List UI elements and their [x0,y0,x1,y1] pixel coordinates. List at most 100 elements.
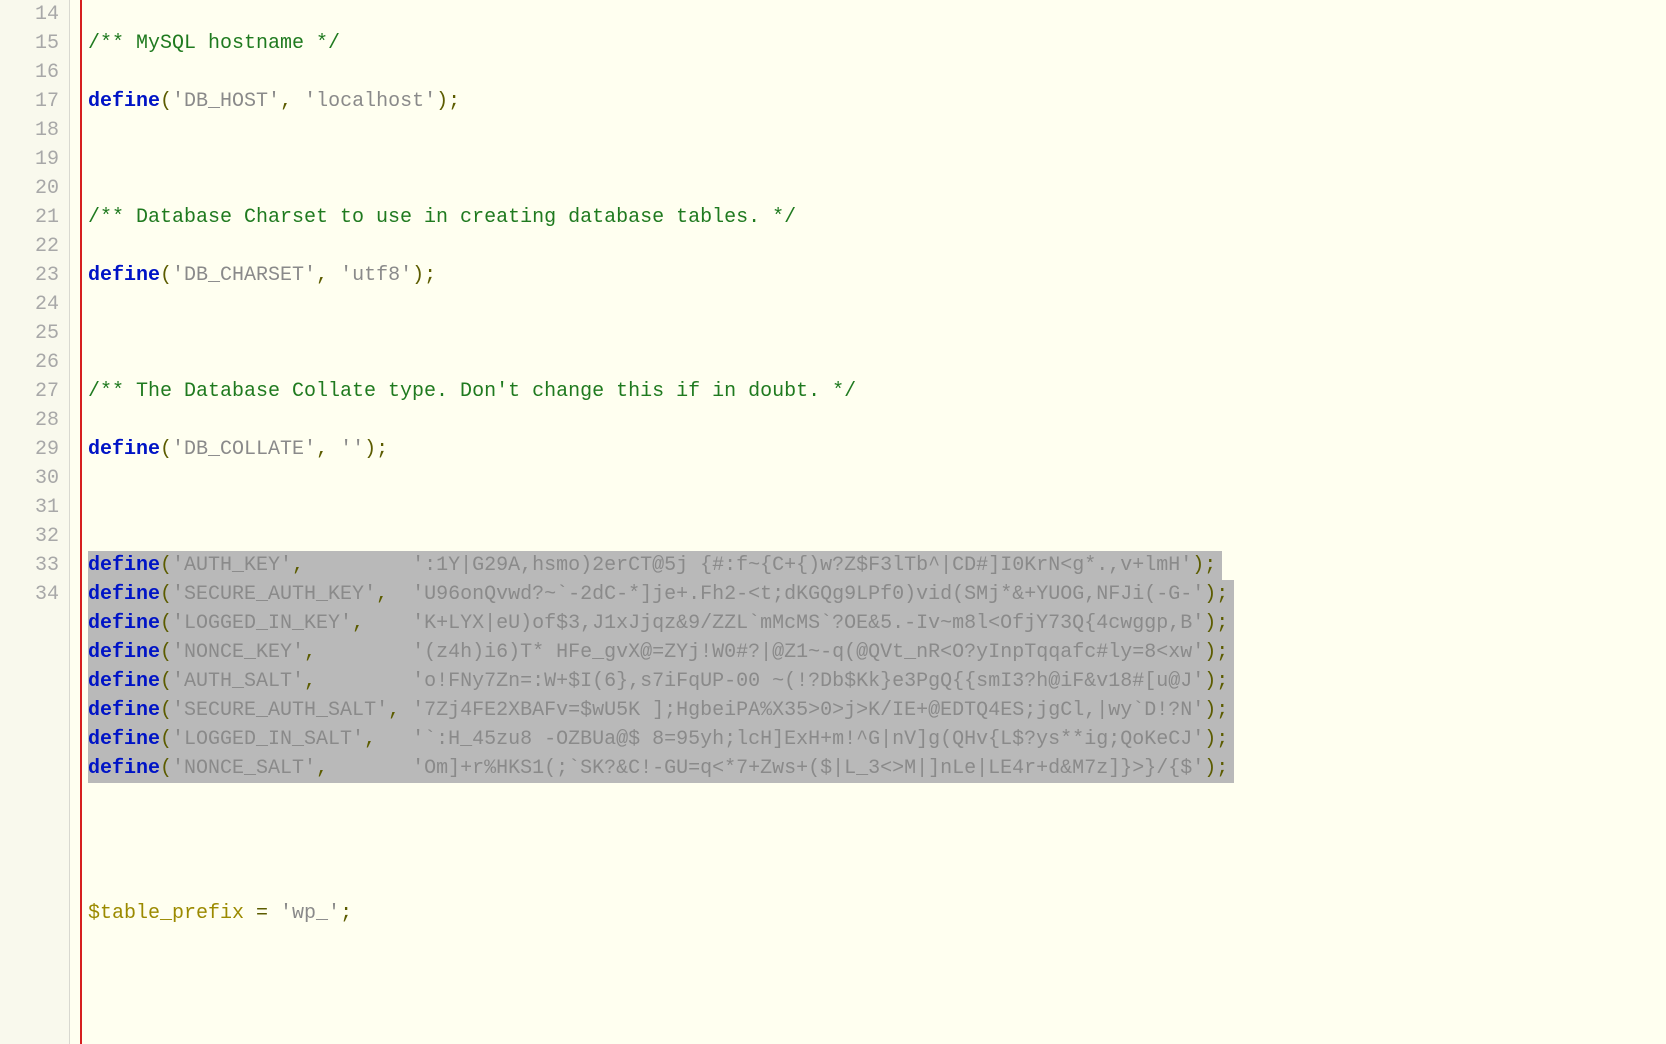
code-area[interactable]: /** MySQL hostname */ define('DB_HOST', … [82,0,1666,1044]
comma: , [316,757,412,780]
line-number: 34 [0,580,59,609]
comment: /** MySQL hostname */ [88,32,340,55]
line-number: 25 [0,319,59,348]
paren-open: ( [160,264,172,287]
code-line-selected: define('AUTH_KEY', ':1Y|G29A,hsmo)2erCT@… [88,551,1222,580]
line-number: 24 [0,290,59,319]
string: '' [340,438,364,461]
keyword-define: define [88,670,160,693]
keyword-define: define [88,583,160,606]
paren-open: ( [160,438,172,461]
paren-close: ); [1192,554,1216,577]
paren-close: ); [364,438,388,461]
line-number: 22 [0,232,59,261]
line-number: 18 [0,116,59,145]
comma: , [364,728,412,751]
string: 'LOGGED_IN_KEY' [172,612,352,635]
code-line: define('DB_CHARSET', 'utf8'); [88,261,1666,290]
comma: , [316,264,340,287]
string: 'K+LYX|eU)of$3,J1xJjqz&9/ZZL`mMcMS`?OE&5… [412,612,1204,635]
string: '`:H_45zu8 -OZBUa@$ 8=95yh;lcH]ExH+m!^G|… [412,728,1204,751]
keyword-define: define [88,728,160,751]
comma: , [280,90,304,113]
code-line [88,957,1666,986]
line-number: 27 [0,377,59,406]
code-line-selected: define('AUTH_SALT', 'o!FNy7Zn=:W+$I(6},s… [88,667,1234,696]
string: 'DB_COLLATE' [172,438,316,461]
string: 'U96onQvwd?~`-2dC-*]je+.Fh2-<t;dKGQg9LPf… [412,583,1204,606]
paren-close: ); [412,264,436,287]
keyword-define: define [88,438,160,461]
string: 'DB_CHARSET' [172,264,316,287]
string: 'DB_HOST' [172,90,280,113]
code-line: /** MySQL hostname */ [88,29,1666,58]
comma: , [292,554,412,577]
paren-open: ( [160,612,172,635]
keyword-define: define [88,612,160,635]
keyword-define: define [88,757,160,780]
code-line: /** Database Charset to use in creating … [88,203,1666,232]
keyword-define: define [88,90,160,113]
code-line-selected: define('NONCE_KEY', '(z4h)i6)T* HFe_gvX@… [88,638,1234,667]
code-line-selected: define('LOGGED_IN_KEY', 'K+LYX|eU)of$3,J… [88,609,1234,638]
comma: , [304,641,412,664]
string: 'SECURE_AUTH_SALT' [172,699,388,722]
comment: /** The Database Collate type. Don't cha… [88,380,856,403]
code-line [88,783,1666,812]
comment: /** Database Charset to use in creating … [88,206,796,229]
paren-close: ); [1204,728,1228,751]
line-number: 26 [0,348,59,377]
code-line: /** The Database Collate type. Don't cha… [88,377,1666,406]
paren-close: ); [1204,757,1228,780]
line-number: 14 [0,0,59,29]
keyword-define: define [88,264,160,287]
string: ':1Y|G29A,hsmo)2erCT@5j {#:f~{C+{)w?Z$F3… [412,554,1192,577]
paren-open: ( [160,757,172,780]
string: 'localhost' [304,90,436,113]
code-line [88,841,1666,870]
code-line: define('DB_COLLATE', ''); [88,435,1666,464]
paren-close: ); [1204,699,1228,722]
line-number: 32 [0,522,59,551]
paren-open: ( [160,641,172,664]
code-line [88,145,1666,174]
code-line: define('DB_HOST', 'localhost'); [88,87,1666,116]
string: 'Om]+r%HKS1(;`SK?&C!-GU=q<*7+Zws+($|L_3<… [412,757,1204,780]
string: '(z4h)i6)T* HFe_gvX@=ZYj!W0#?|@Z1~-q(@QV… [412,641,1204,664]
code-editor: 14 15 16 17 18 19 20 21 22 23 24 25 26 2… [0,0,1666,1044]
line-number: 28 [0,406,59,435]
line-number: 30 [0,464,59,493]
code-line-selected: define('LOGGED_IN_SALT', '`:H_45zu8 -OZB… [88,725,1234,754]
comma: , [376,583,412,606]
paren-open: ( [160,670,172,693]
line-number: 19 [0,145,59,174]
paren-open: ( [160,583,172,606]
paren-close: ); [1204,612,1228,635]
line-number: 31 [0,493,59,522]
code-line [88,319,1666,348]
code-line-selected: define('NONCE_SALT', 'Om]+r%HKS1(;`SK?&C… [88,754,1234,783]
line-number: 15 [0,29,59,58]
line-number: 23 [0,261,59,290]
code-line [88,493,1666,522]
paren-open: ( [160,728,172,751]
paren-close: ); [1204,583,1228,606]
string: 'SECURE_AUTH_KEY' [172,583,376,606]
code-line-selected: define('SECURE_AUTH_SALT', '7Zj4FE2XBAFv… [88,696,1234,725]
string: 'o!FNy7Zn=:W+$I(6},s7iFqUP-00 ~(!?Db$Kk}… [412,670,1204,693]
string: 'LOGGED_IN_SALT' [172,728,364,751]
paren-open: ( [160,699,172,722]
keyword-define: define [88,554,160,577]
comma: , [352,612,412,635]
line-number: 21 [0,203,59,232]
semicolon: ; [340,902,352,925]
string: '7Zj4FE2XBAFv=$wU5K ];HgbeiPA%X35>0>j>K/… [412,699,1204,722]
string: 'NONCE_KEY' [172,641,304,664]
line-number-gutter: 14 15 16 17 18 19 20 21 22 23 24 25 26 2… [0,0,70,1044]
string: 'AUTH_SALT' [172,670,304,693]
paren-open: ( [160,554,172,577]
line-number: 17 [0,87,59,116]
line-number: 16 [0,58,59,87]
keyword-define: define [88,641,160,664]
paren-open: ( [160,90,172,113]
